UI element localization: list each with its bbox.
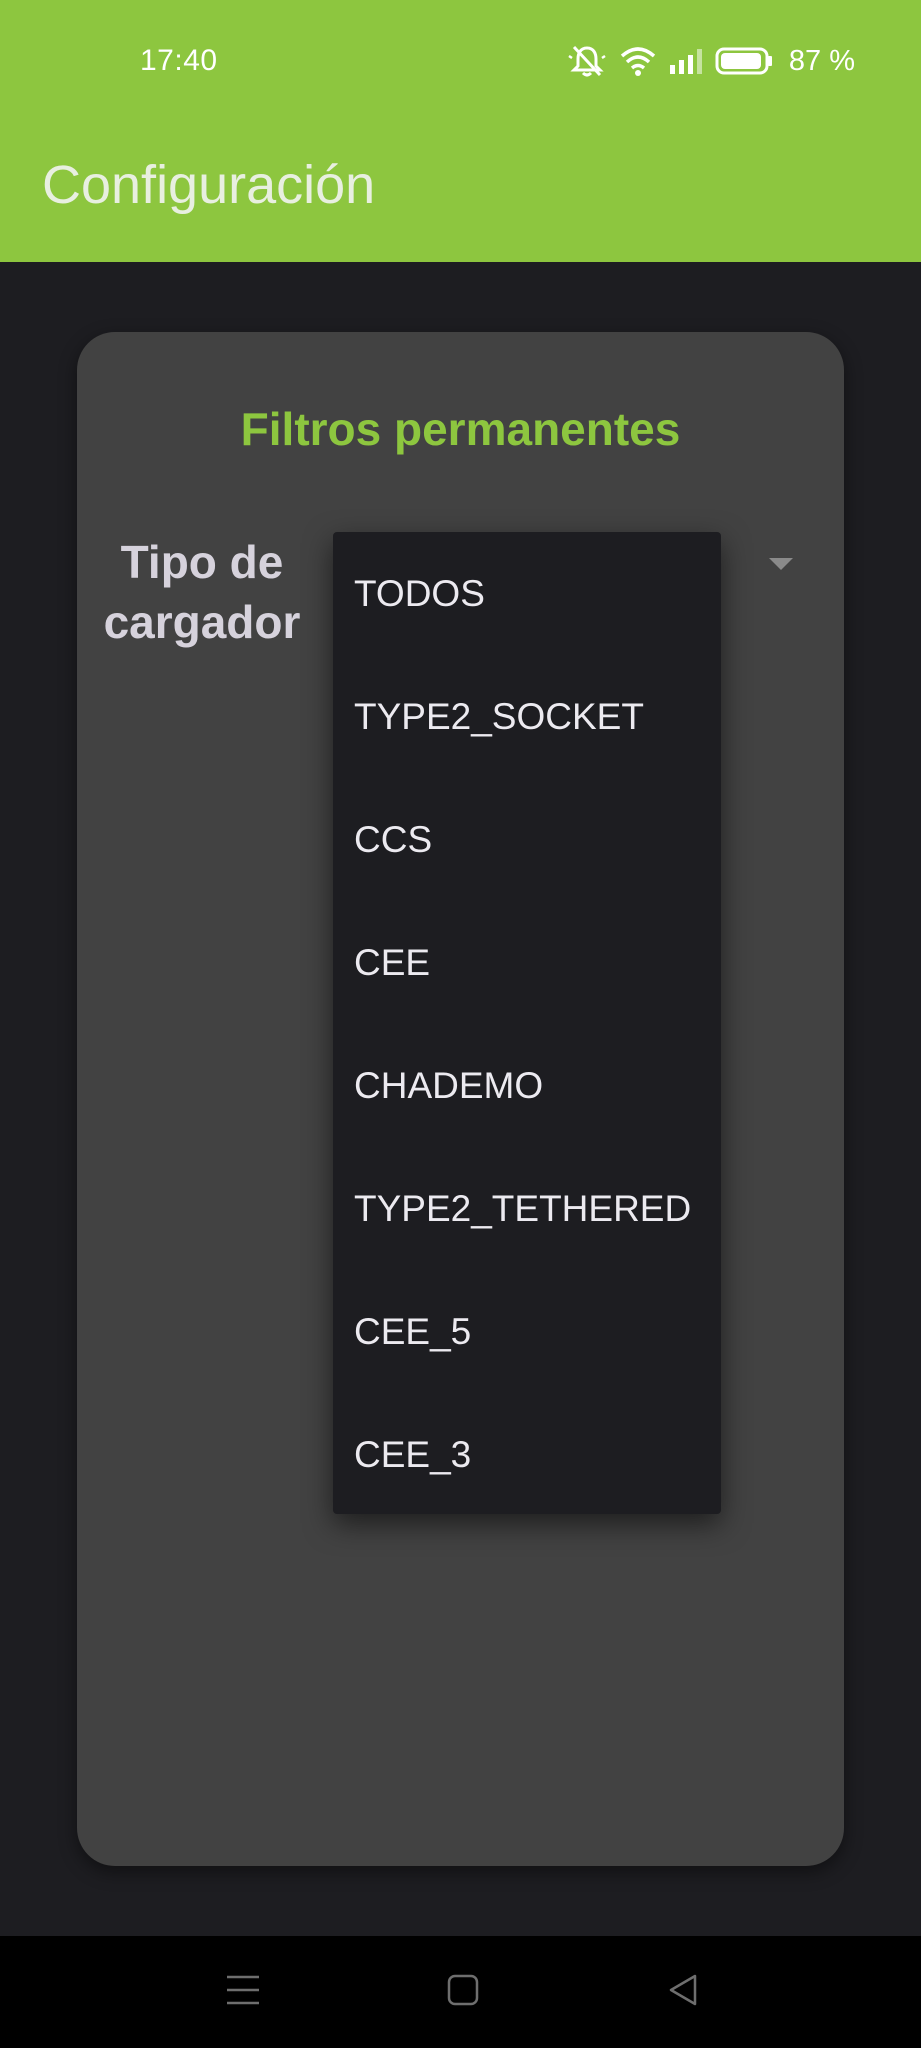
status-bar: 17:40 87 %	[0, 0, 921, 120]
signal-icon	[669, 47, 703, 75]
dropdown-item-todos[interactable]: TODOS	[333, 532, 721, 655]
charger-type-label: Tipo de cargador	[103, 536, 301, 648]
wifi-icon	[619, 45, 657, 77]
app-bar: Configuración	[0, 120, 921, 262]
dropdown-item-cee-3[interactable]: CEE_3	[333, 1393, 721, 1516]
back-icon	[667, 1973, 699, 2012]
menu-icon	[225, 1973, 261, 2012]
muted-bell-icon	[567, 44, 607, 78]
dropdown-item-cee-5[interactable]: CEE_5	[333, 1270, 721, 1393]
dropdown-item-cee[interactable]: CEE	[333, 901, 721, 1024]
card-title: Filtros permanentes	[240, 403, 681, 455]
battery-icon	[715, 47, 773, 75]
dropdown-item-type2-tethered[interactable]: TYPE2_TETHERED	[333, 1147, 721, 1270]
menu-button[interactable]	[215, 1964, 271, 2020]
dropdown-arrow-icon[interactable]	[769, 558, 793, 570]
charger-type-dropdown[interactable]: TODOS TYPE2_SOCKET CCS CEE CHADEMO TYPE2…	[333, 532, 721, 1514]
navigation-bar	[0, 1936, 921, 2048]
home-icon	[447, 1974, 479, 2011]
dropdown-item-type2-socket[interactable]: TYPE2_SOCKET	[333, 655, 721, 778]
page-title: Configuración	[42, 155, 376, 215]
battery-percent: 87 %	[788, 44, 855, 77]
status-time: 17:40	[140, 44, 218, 77]
dropdown-item-chademo[interactable]: CHADEMO	[333, 1024, 721, 1147]
home-button[interactable]	[435, 1964, 491, 2020]
status-icons: 87 %	[567, 44, 855, 78]
back-button[interactable]	[655, 1964, 711, 2020]
dropdown-item-ccs[interactable]: CCS	[333, 778, 721, 901]
